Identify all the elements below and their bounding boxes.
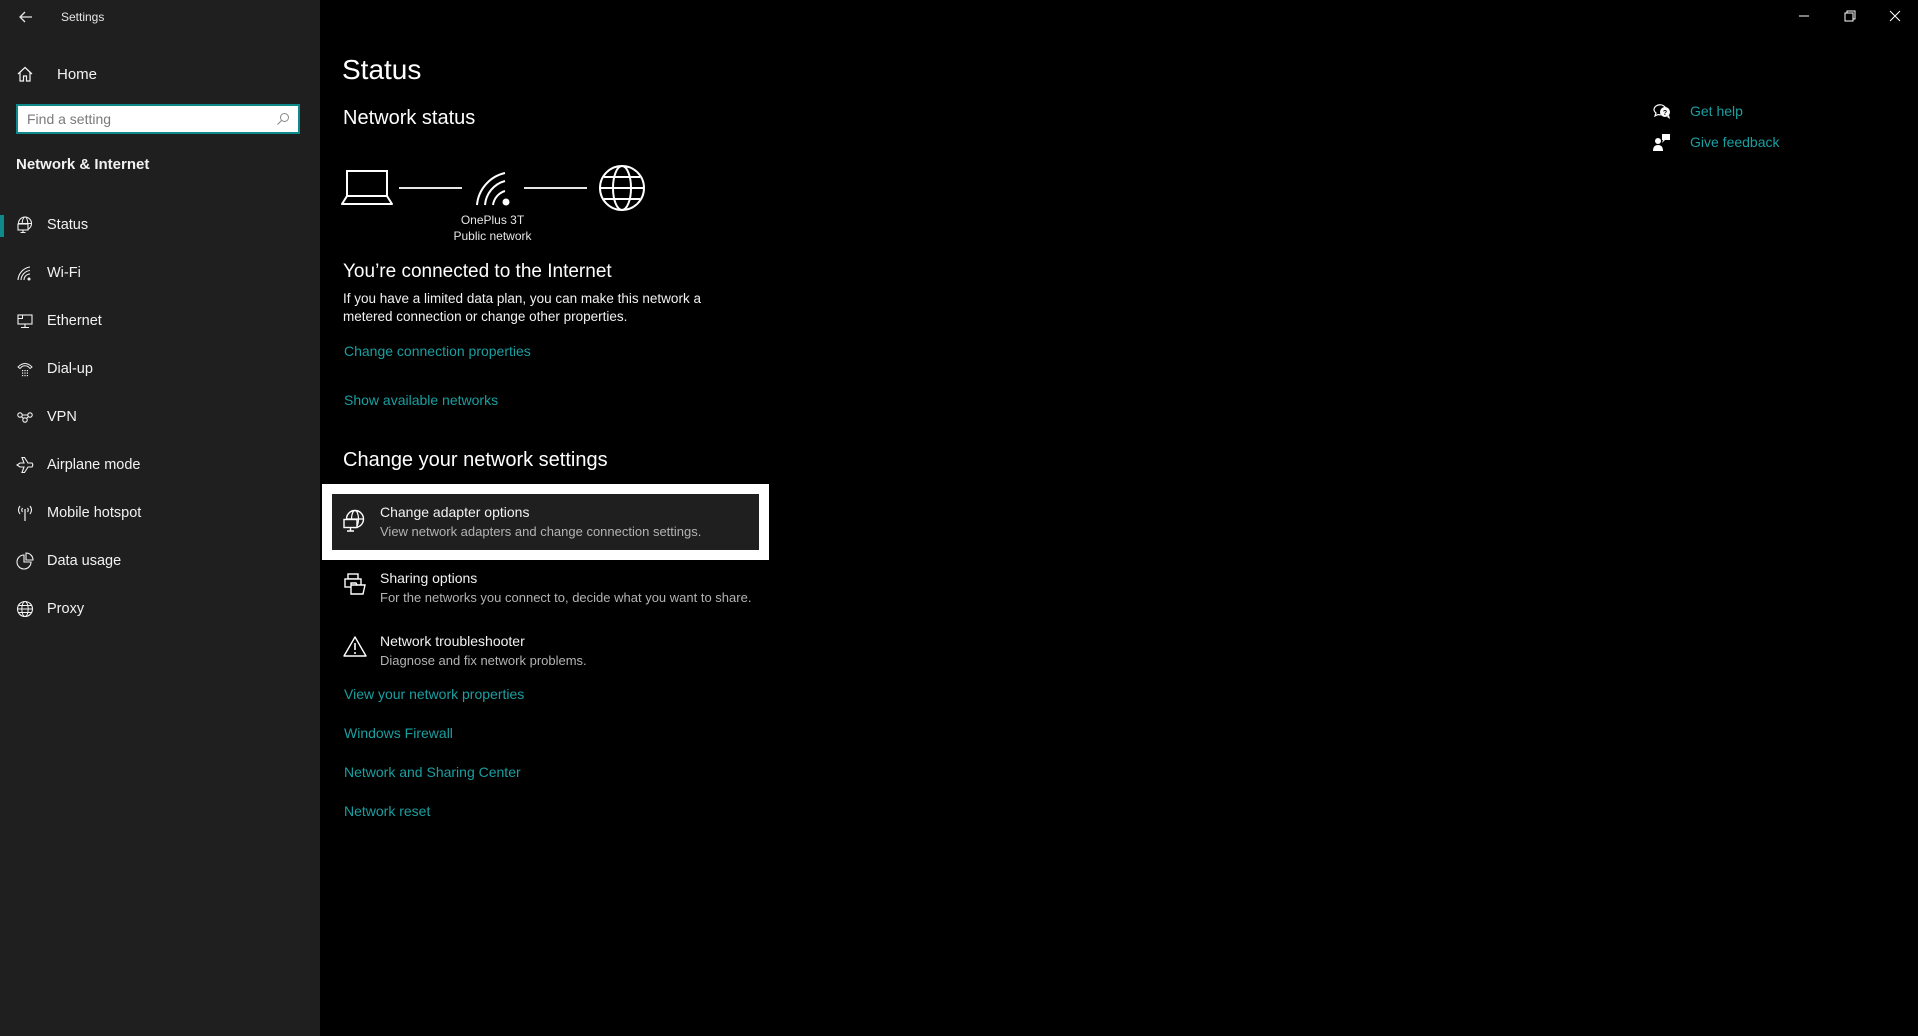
window-title: Settings [61, 10, 105, 24]
change-settings-heading: Change your network settings [343, 449, 608, 471]
sidebar: Settings Home Network & Internet Status [0, 0, 320, 1036]
view-network-properties-link[interactable]: View your network properties [344, 686, 524, 702]
sidebar-item-proxy[interactable]: Proxy [0, 587, 320, 631]
sidebar-item-airplane[interactable]: Airplane mode [0, 443, 320, 487]
minimize-icon [1799, 15, 1809, 17]
search-icon[interactable] [276, 112, 290, 126]
sidebar-item-dialup[interactable]: Dial-up [0, 347, 320, 391]
option-subtitle: Diagnose and fix network problems. [380, 653, 587, 668]
network-status-heading: Network status [343, 107, 476, 129]
sidebar-item-vpn[interactable]: VPN [0, 395, 320, 439]
wifi-icon [17, 266, 31, 281]
network-name: OnePlus 3T [460, 213, 525, 227]
sidebar-item-label: Mobile hotspot [47, 505, 142, 521]
pie-chart-icon [16, 552, 34, 570]
feedback-person-icon [1653, 134, 1670, 151]
connected-heading: You’re connected to the Internet [343, 261, 612, 282]
globe-icon [16, 600, 34, 618]
close-icon [1889, 10, 1901, 22]
give-feedback-link[interactable]: Give feedback [1652, 131, 1780, 153]
airplane-icon [16, 456, 34, 474]
connected-description: If you have a limited data plan, you can… [343, 290, 763, 326]
sidebar-item-data-usage[interactable]: Data usage [0, 539, 320, 583]
sidebar-item-wifi[interactable]: Wi-Fi [0, 251, 320, 295]
get-help-label: Get help [1690, 103, 1743, 119]
windows-firewall-link[interactable]: Windows Firewall [344, 725, 453, 741]
description-line: metered connection or change other prope… [343, 309, 628, 324]
network-sharing-center-link[interactable]: Network and Sharing Center [344, 764, 521, 780]
sidebar-item-label: Wi-Fi [47, 265, 81, 281]
show-available-networks-link[interactable]: Show available networks [344, 392, 498, 408]
back-arrow-icon [19, 11, 32, 23]
network-type: Public network [453, 229, 532, 243]
help-chat-icon: ? [1653, 104, 1670, 119]
sidebar-item-label: Status [47, 217, 89, 233]
option-title: Change adapter options [380, 504, 530, 520]
sidebar-item-status[interactable]: Status [0, 203, 320, 247]
search-box[interactable] [16, 104, 300, 134]
option-title: Network troubleshooter [380, 633, 525, 649]
sidebar-item-label: Airplane mode [47, 457, 141, 473]
minimize-button[interactable] [1781, 0, 1827, 32]
search-input[interactable] [18, 105, 276, 133]
network-reset-link[interactable]: Network reset [344, 803, 430, 819]
network-troubleshooter-button[interactable]: Network troubleshooter Diagnose and fix … [331, 631, 771, 691]
sidebar-item-mobile-hotspot[interactable]: Mobile hotspot [0, 491, 320, 535]
home-label: Home [57, 65, 98, 83]
home-icon [17, 66, 33, 82]
active-indicator [0, 215, 4, 237]
option-title: Sharing options [380, 570, 478, 586]
page-title: Status [342, 54, 422, 85]
sidebar-item-label: Dial-up [47, 361, 93, 377]
network-status-icon [17, 216, 33, 234]
adapter-icon [343, 509, 365, 532]
close-button[interactable] [1872, 0, 1918, 32]
sidebar-item-ethernet[interactable]: Ethernet [0, 299, 320, 343]
selection-highlight: Change adapter options View network adap… [332, 494, 759, 550]
option-subtitle: For the networks you connect to, decide … [380, 590, 752, 605]
vpn-icon [17, 412, 33, 423]
sidebar-item-label: VPN [47, 409, 77, 425]
get-help-link[interactable]: ? Get help [1652, 100, 1743, 122]
restore-icon [1844, 10, 1856, 22]
svg-text:?: ? [1663, 110, 1667, 117]
option-subtitle: View network adapters and change connect… [380, 524, 702, 539]
change-adapter-options-button[interactable]: Change adapter options View network adap… [322, 484, 769, 560]
restore-button[interactable] [1827, 0, 1873, 32]
ethernet-icon [17, 314, 33, 329]
sidebar-item-label: Proxy [47, 601, 85, 617]
internet-globe-icon [599, 165, 645, 211]
sharing-icon [344, 573, 366, 595]
give-feedback-label: Give feedback [1690, 134, 1780, 150]
warning-icon [343, 636, 367, 657]
section-label: Network & Internet [16, 156, 150, 173]
wifi-signal-icon [476, 172, 510, 206]
laptop-icon [341, 170, 393, 205]
change-connection-properties-link[interactable]: Change connection properties [344, 343, 531, 359]
back-button[interactable] [16, 7, 36, 27]
sidebar-item-label: Ethernet [47, 313, 102, 329]
hotspot-icon [17, 505, 33, 521]
sharing-options-button[interactable]: Sharing options For the networks you con… [331, 568, 771, 628]
home-link[interactable]: Home [16, 62, 97, 86]
description-line: If you have a limited data plan, you can… [343, 291, 701, 306]
dialup-phone-icon [17, 363, 33, 377]
sidebar-item-label: Data usage [47, 553, 122, 569]
